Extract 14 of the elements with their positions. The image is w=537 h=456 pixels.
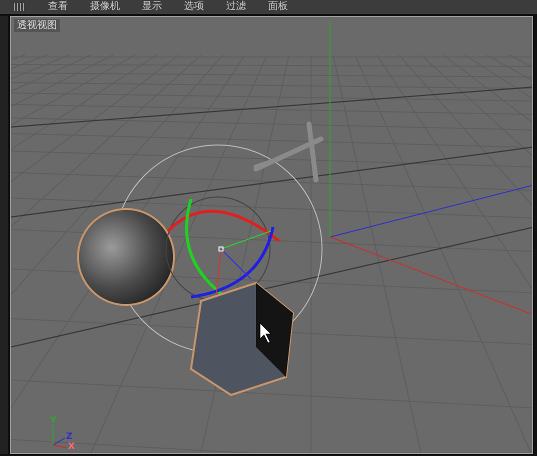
menu-item[interactable]: 过滤 <box>226 1 246 13</box>
menu-item[interactable]: 显示 <box>142 1 162 13</box>
menu-item[interactable]: 选项 <box>184 1 204 13</box>
figure-drawing <box>254 122 324 182</box>
menu-item[interactable]: 查看 <box>48 1 68 13</box>
menu-item[interactable]: 面板 <box>268 1 288 13</box>
viewport-title: 透视视图 <box>14 19 60 32</box>
menu-item[interactable]: 摄像机 <box>90 1 120 13</box>
axis-label: Y <box>50 416 57 426</box>
axis-indicator-drawing <box>52 424 68 448</box>
cursor-icon <box>260 322 272 344</box>
axis-label: X <box>68 442 75 452</box>
axis-label: Z <box>66 432 73 442</box>
grip-icon[interactable] <box>14 3 26 11</box>
